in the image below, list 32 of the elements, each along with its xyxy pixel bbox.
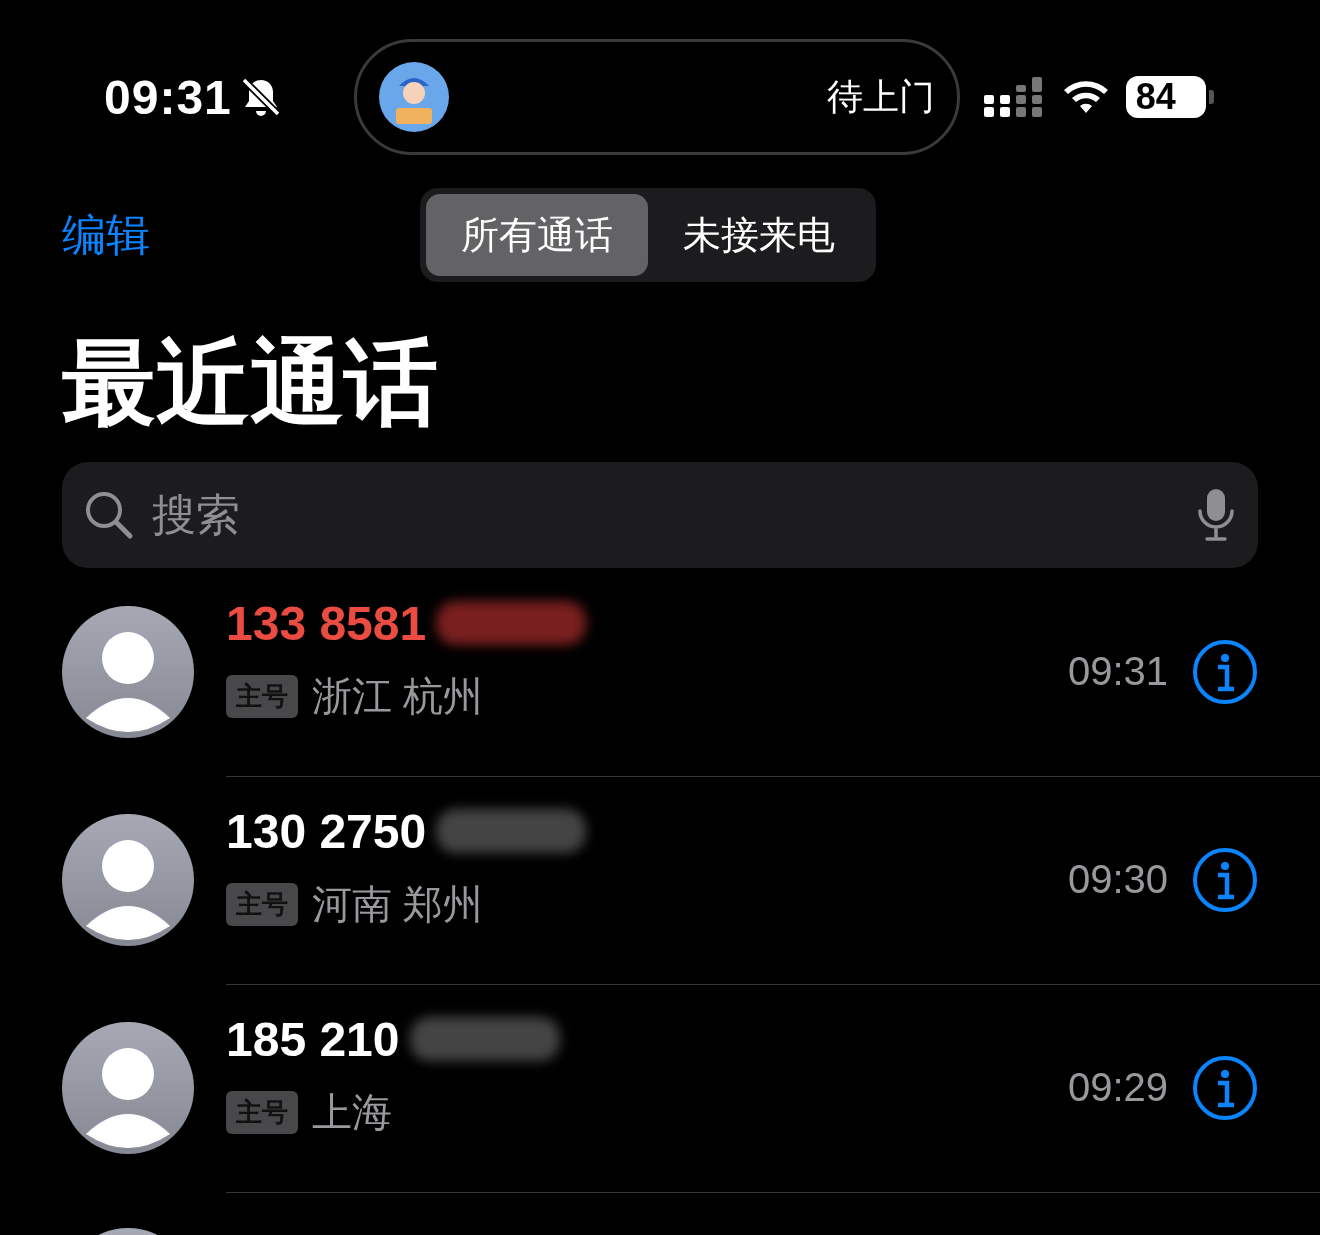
number-tag: 主号 <box>226 882 298 926</box>
call-location: 浙江 杭州 <box>312 672 484 720</box>
phone-number: 130 2750 <box>226 803 427 859</box>
status-time: 09:31 <box>104 69 232 125</box>
page-title: 最近通话 <box>62 336 439 430</box>
phone-number: 133 8581 <box>226 595 427 651</box>
info-icon[interactable] <box>1192 638 1258 705</box>
call-location: 上海 <box>312 1088 392 1136</box>
avatar-icon <box>62 814 194 946</box>
search-field[interactable]: 搜索 <box>150 489 1180 541</box>
call-location: 河南 郑州 <box>312 880 484 928</box>
battery-tip-icon <box>1208 90 1214 104</box>
info-icon[interactable] <box>1192 1054 1258 1121</box>
microphone-icon[interactable] <box>1196 487 1236 543</box>
segment-tab[interactable]: 所有通话 <box>426 194 648 276</box>
avatar-icon <box>62 1022 194 1154</box>
activity-label: 待上门 <box>826 74 935 119</box>
call-time: 09:31 <box>1067 649 1168 694</box>
call-time: 09:30 <box>1067 857 1168 902</box>
phone-number: 185 210 <box>226 1011 400 1067</box>
segment-tab[interactable]: 未接来电 <box>648 194 870 276</box>
avatar-icon <box>378 62 449 132</box>
search-icon <box>84 490 134 540</box>
battery-level: 84 <box>1125 76 1206 118</box>
number-tag: 主号 <box>226 1090 298 1134</box>
avatar-icon <box>62 606 194 738</box>
info-icon[interactable] <box>1192 846 1258 913</box>
edit-link[interactable]: 编辑 <box>62 205 150 265</box>
call-time: 09:29 <box>1067 1065 1168 1110</box>
search-bar[interactable]: 搜索 <box>62 462 1258 568</box>
number-tag: 主号 <box>226 674 298 718</box>
dynamic-island[interactable]: 待上门 <box>353 39 960 155</box>
